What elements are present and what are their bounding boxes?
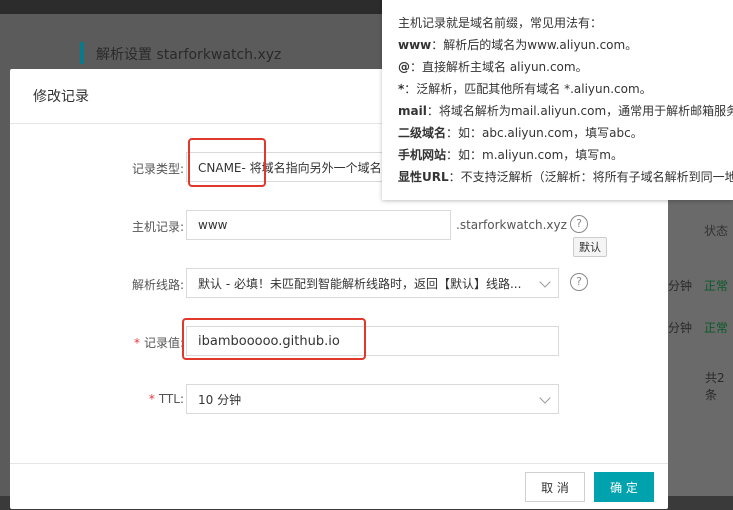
ttl-row: * TTL: 10 分钟 [10, 384, 668, 416]
host-record-input[interactable]: www [186, 210, 451, 240]
ttl-label-text: TTL: [158, 392, 184, 406]
line-value: 默认 - 必填！未匹配到智能解析线路时，返回【默认】线路... [198, 276, 522, 291]
host-record-label: 主机记录: [131, 220, 184, 234]
ttl-value: 10 分钟 [198, 392, 242, 407]
chevron-down-icon [539, 276, 551, 288]
table-row-ttl: 分钟 [668, 321, 693, 335]
ttl-label: * TTL: [149, 392, 184, 406]
help-icon[interactable]: ? [570, 273, 588, 291]
status-badge: 正常 [704, 321, 729, 335]
required-mark: * [133, 336, 140, 350]
records-table-edge [668, 194, 733, 496]
popover-item: 手机网站：如：m.aliyun.com，填写m。 [398, 148, 623, 162]
status-badge: 正常 [704, 279, 729, 293]
host-record-help-popover: 主机记录就是域名前缀，常见用法有： www：解析后的域名为www.aliyun.… [382, 0, 733, 200]
popover-item: www：解析后的域名为www.aliyun.com。 [398, 38, 638, 52]
default-tooltip: 默认 [573, 237, 607, 257]
host-record-row: 主机记录: www .starforkwatch.xyz ? [10, 210, 668, 242]
line-row: 解析线路: 默认 - 必填！未匹配到智能解析线路时，返回【默认】线路... ? [10, 268, 668, 300]
cancel-button[interactable]: 取 消 [525, 472, 585, 502]
dialog-footer: 取 消 确 定 [10, 463, 668, 510]
required-mark: * [148, 392, 155, 406]
total-count: 共2条 [705, 371, 725, 402]
domain-suffix: .starforkwatch.xyz [456, 218, 567, 232]
table-row-ttl: 分钟 [668, 279, 693, 293]
title-accent-bar [80, 42, 84, 64]
status-column-header: 状态 [704, 224, 729, 238]
highlight-box [188, 138, 266, 187]
record-value-row: * 记录值: ibambooooo.github.io [10, 318, 668, 360]
highlight-box [182, 318, 366, 360]
chevron-down-icon [539, 392, 551, 404]
dialog-title: 修改记录 [33, 89, 89, 105]
popover-item: *：泛解析，匹配其他所有域名 *.aliyun.com。 [398, 82, 652, 96]
help-icon[interactable]: ? [570, 215, 588, 233]
page-title: 解析设置 starforkwatch.xyz [96, 47, 282, 63]
record-value-label: * 记录值: [134, 334, 184, 351]
popover-item: 二级域名：如：abc.aliyun.com，填写abc。 [398, 126, 643, 140]
line-label: 解析线路: [131, 278, 184, 292]
record-value-label-text: 记录值: [143, 336, 184, 350]
record-type-label: 记录类型: [131, 162, 184, 176]
ttl-select[interactable]: 10 分钟 [186, 384, 559, 414]
popover-intro: 主机记录就是域名前缀，常见用法有： [398, 16, 603, 30]
popover-item: mail：将域名解析为mail.aliyun.com，通常用于解析邮箱服务器 [398, 104, 733, 118]
popover-item: 显性URL：不支持泛解析（泛解析：将所有子域名解析到同一地址） [398, 170, 733, 184]
confirm-button[interactable]: 确 定 [594, 472, 654, 502]
line-select[interactable]: 默认 - 必填！未匹配到智能解析线路时，返回【默认】线路... [186, 268, 559, 298]
popover-item: @：直接解析主域名 aliyun.com。 [398, 60, 588, 74]
host-record-value: www [198, 218, 228, 232]
